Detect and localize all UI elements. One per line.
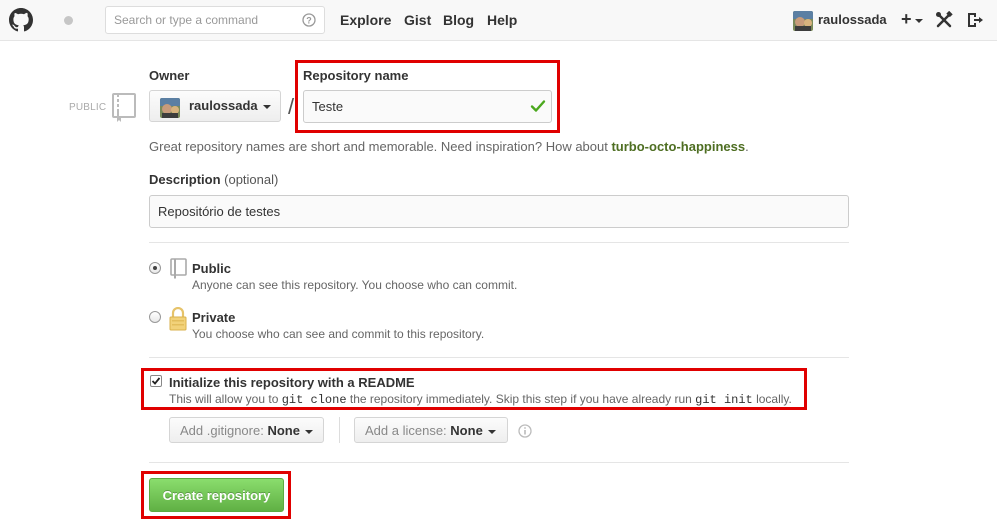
owner-select[interactable]: raulossada bbox=[149, 90, 281, 122]
visibility-tag: PUBLIC bbox=[69, 102, 107, 113]
check-icon bbox=[530, 100, 546, 112]
public-radio[interactable] bbox=[149, 262, 161, 274]
gitignore-select[interactable]: Add .gitignore: None bbox=[169, 417, 324, 443]
readme-checkbox[interactable] bbox=[150, 375, 162, 387]
owner-value: raulossada bbox=[189, 98, 258, 113]
username-link[interactable]: raulossada bbox=[818, 12, 887, 27]
repo-name-input[interactable] bbox=[303, 90, 552, 123]
divider bbox=[149, 242, 849, 243]
private-description: You choose who can see and commit to thi… bbox=[192, 327, 485, 341]
repo-icon bbox=[170, 258, 187, 279]
nav-gist[interactable]: Gist bbox=[404, 12, 431, 28]
repo-icon bbox=[112, 93, 136, 122]
divider bbox=[149, 357, 849, 358]
public-description: Anyone can see this repository. You choo… bbox=[192, 278, 518, 292]
search-input[interactable] bbox=[105, 6, 325, 34]
description-label: Description (optional) bbox=[149, 172, 279, 187]
chevron-down-icon bbox=[487, 429, 496, 434]
description-input[interactable] bbox=[149, 195, 849, 228]
help-icon[interactable]: ? bbox=[302, 13, 316, 27]
divider bbox=[339, 417, 340, 443]
avatar bbox=[160, 98, 180, 118]
repo-name-label: Repository name bbox=[303, 68, 409, 83]
tools-icon[interactable] bbox=[935, 11, 953, 29]
license-select[interactable]: Add a license: None bbox=[354, 417, 508, 443]
readme-title: Initialize this repository with a README bbox=[169, 375, 415, 390]
create-repository-button[interactable]: Create repository bbox=[149, 478, 284, 512]
chevron-down-icon bbox=[915, 19, 923, 23]
svg-text:?: ? bbox=[306, 16, 312, 26]
repo-name-hint: Great repository names are short and mem… bbox=[149, 139, 749, 154]
owner-repo-separator: / bbox=[288, 94, 295, 119]
private-radio[interactable] bbox=[149, 311, 161, 323]
notification-icon[interactable] bbox=[64, 16, 73, 25]
name-suggestion[interactable]: turbo-octo-happiness bbox=[611, 139, 745, 154]
nav-explore[interactable]: Explore bbox=[340, 12, 391, 28]
divider bbox=[149, 462, 849, 463]
avatar[interactable] bbox=[793, 11, 813, 31]
nav-help[interactable]: Help bbox=[487, 12, 517, 28]
nav-blog[interactable]: Blog bbox=[443, 12, 474, 28]
private-title: Private bbox=[192, 310, 236, 325]
public-title: Public bbox=[192, 261, 232, 276]
readme-description: This will allow you to git clone the rep… bbox=[169, 392, 792, 407]
sign-out-icon[interactable] bbox=[966, 11, 984, 29]
github-logo-icon[interactable] bbox=[9, 8, 33, 32]
chevron-down-icon bbox=[263, 105, 271, 109]
owner-label: Owner bbox=[149, 68, 190, 83]
info-icon[interactable] bbox=[518, 424, 532, 438]
lock-icon bbox=[169, 307, 187, 331]
chevron-down-icon bbox=[304, 429, 313, 434]
plus-icon[interactable]: + bbox=[901, 10, 912, 28]
top-header: ? Explore Gist Blog Help raulossada + bbox=[0, 0, 997, 41]
